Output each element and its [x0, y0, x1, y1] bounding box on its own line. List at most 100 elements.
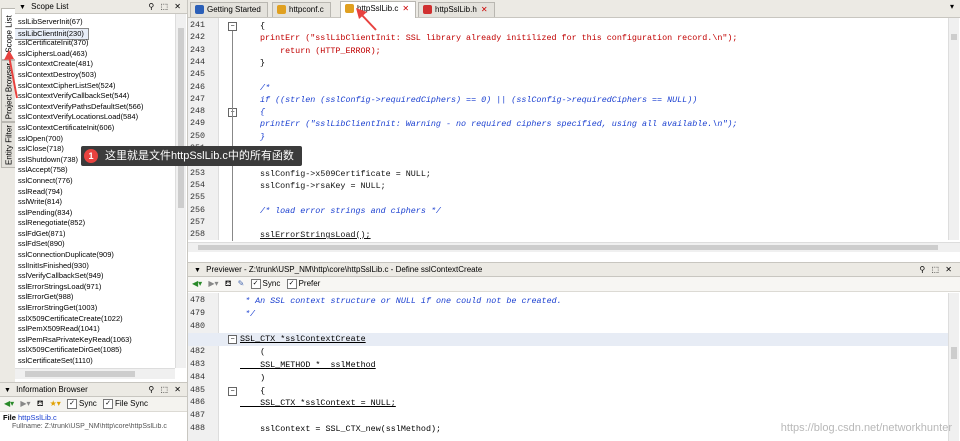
- code-line[interactable]: [188, 143, 948, 155]
- code-text: */: [240, 308, 256, 319]
- code-line[interactable]: sslErrorStringsLoad();: [188, 229, 948, 241]
- panel-window-controls[interactable]: ⚲ ⬚ ✕: [148, 383, 183, 396]
- tab-entity-filter[interactable]: Entity Filter: [1, 122, 16, 168]
- forward-icon[interactable]: ▶▾: [208, 277, 218, 291]
- back-icon[interactable]: ◀▾: [192, 277, 202, 291]
- editor-vscrollbar[interactable]: [948, 18, 959, 240]
- scope-list-item[interactable]: sslVerifyCallbackSet(949): [15, 271, 175, 282]
- edit-icon[interactable]: ✎: [238, 277, 245, 291]
- scope-list-item[interactable]: sslCiphersLoad(463): [15, 49, 175, 60]
- code-line[interactable]: [188, 69, 948, 81]
- scope-list-item[interactable]: sslPending(834): [15, 208, 175, 219]
- code-line[interactable]: sslConfig->x509Certificate = NULL;: [188, 168, 948, 180]
- fold-toggle-icon[interactable]: −: [228, 22, 237, 31]
- scope-list-item[interactable]: sslErrorStringsLoad(971): [15, 282, 175, 293]
- code-line[interactable]: [188, 410, 948, 422]
- collapse-icon[interactable]: ▼: [194, 267, 201, 274]
- code-line[interactable]: SSL_METHOD * sslMethod: [188, 359, 948, 371]
- code-line[interactable]: }: [188, 131, 948, 143]
- code-text: SSL_METHOD * sslMethod: [240, 360, 376, 370]
- scope-list-item[interactable]: sslContextVerifyPathsDefaultSet(566): [15, 102, 175, 113]
- code-line[interactable]: printErr ("sslLibClientInit: Warning - n…: [188, 118, 948, 130]
- binoculars-icon[interactable]: ⛾: [225, 277, 232, 291]
- code-line[interactable]: if ((strlen (sslConfig->requiredCiphers)…: [188, 94, 948, 106]
- code-text: sslErrorStringsLoad();: [260, 230, 371, 241]
- previewer-vscrollbar[interactable]: [948, 293, 959, 441]
- annotation-arrow-left: [4, 50, 18, 99]
- scope-list-item[interactable]: sslContextDestroy(503): [15, 70, 175, 81]
- previewer-title: Previewer - Z:\trunk\USP_NM\http\core\ht…: [206, 265, 483, 274]
- scope-list-item[interactable]: sslContextCertificateInit(606): [15, 123, 175, 134]
- scope-list-item[interactable]: sslRead(794): [15, 187, 175, 198]
- tab-getting-started[interactable]: Getting Started: [190, 2, 268, 17]
- code-line[interactable]: SSL_CTX *sslContext = NULL;: [188, 397, 948, 409]
- code-line[interactable]: }: [188, 57, 948, 69]
- scope-list-item[interactable]: sslPemRsaPrivateKeyRead(1063): [15, 335, 175, 346]
- close-tab-icon[interactable]: ✕: [402, 4, 409, 13]
- scope-list-item[interactable]: sslContextCreate(481): [15, 59, 175, 70]
- code-line[interactable]: {: [188, 385, 948, 397]
- forward-icon[interactable]: ▶▾: [20, 397, 30, 411]
- scope-list-item[interactable]: sslAccept(758): [15, 165, 175, 176]
- scope-list-item[interactable]: sslContextVerifyCallbackSet(544): [15, 91, 175, 102]
- scope-list-item[interactable]: sslWrite(814): [15, 197, 175, 208]
- code-line[interactable]: (: [188, 346, 948, 358]
- panel-window-controls[interactable]: ⚲ ⬚ ✕: [148, 0, 183, 13]
- scope-list-hscrollbar[interactable]: [15, 368, 175, 379]
- scope-list-item[interactable]: sslErrorGet(988): [15, 292, 175, 303]
- code-line[interactable]: [188, 217, 948, 229]
- information-browser-title: Information Browser: [16, 385, 88, 394]
- code-line[interactable]: ): [188, 372, 948, 384]
- scope-list-item[interactable]: sslX509CertificateCreate(1022): [15, 314, 175, 325]
- scope-list-item[interactable]: sslFdSet(890): [15, 239, 175, 250]
- scope-list-item[interactable]: sslFdGet(871): [15, 229, 175, 240]
- code-line[interactable]: return (HTTP_ERROR);: [188, 45, 948, 57]
- scope-list-item[interactable]: sslPemX509Read(1041): [15, 324, 175, 335]
- scope-list-item[interactable]: sslX509CertificateDirGet(1085): [15, 345, 175, 356]
- scope-list-item[interactable]: sslErrorStringGet(1003): [15, 303, 175, 314]
- code-line[interactable]: /* load error strings and ciphers */: [188, 205, 948, 217]
- tab-httpssllib-h[interactable]: httpSslLib.h ✕: [418, 2, 495, 17]
- back-icon[interactable]: ◀▾: [4, 397, 14, 411]
- scope-list-item[interactable]: sslContextCipherListSet(524): [15, 81, 175, 92]
- star-icon[interactable]: ★▾: [50, 397, 61, 411]
- tab-list-icon[interactable]: ▾: [950, 2, 954, 11]
- fold-toggle-icon[interactable]: −: [228, 386, 237, 396]
- code-line[interactable]: SSL_CTX *sslContextCreate: [188, 333, 948, 346]
- file-value[interactable]: httpSslLib.c: [18, 413, 57, 422]
- code-line[interactable]: printErr ("sslLibClientInit: SSL library…: [188, 32, 948, 44]
- code-editor[interactable]: 2412422432442452462472482492502512522532…: [188, 18, 960, 252]
- panel-window-controls[interactable]: ⚲ ⬚ ✕: [919, 263, 954, 276]
- scope-list-item[interactable]: sslCertificateSet(1110): [15, 356, 175, 367]
- code-line[interactable]: [188, 321, 948, 333]
- scope-list-item[interactable]: sslInitIsFinished(930): [15, 261, 175, 272]
- scope-list-scrollbar[interactable]: [175, 14, 186, 368]
- collapse-icon[interactable]: ▼: [4, 387, 11, 394]
- scope-list-item[interactable]: sslRenegotiate(852): [15, 218, 175, 229]
- code-line[interactable]: {: [188, 106, 948, 118]
- binoculars-icon[interactable]: ⛾: [37, 397, 44, 411]
- code-line[interactable]: */: [188, 308, 948, 320]
- sync-checkbox[interactable]: ✓: [67, 398, 78, 409]
- tab-httpconf-c[interactable]: httpconf.c: [272, 2, 331, 17]
- scope-list-item[interactable]: sslCertificateInit(370): [15, 38, 175, 49]
- code-line[interactable]: /*: [188, 82, 948, 94]
- file-sync-checkbox[interactable]: ✓: [103, 398, 114, 409]
- code-line[interactable]: [188, 155, 948, 167]
- scope-list-item[interactable]: sslLibServerInit(67): [15, 17, 175, 28]
- prefer-label: Prefer: [298, 279, 321, 288]
- code-line[interactable]: [188, 192, 948, 204]
- code-line[interactable]: {: [188, 20, 948, 32]
- sync-checkbox[interactable]: ✓: [250, 278, 261, 289]
- scope-list-item[interactable]: sslConnect(776): [15, 176, 175, 187]
- collapse-icon[interactable]: ▼: [19, 4, 26, 11]
- scope-list-item[interactable]: sslConnectionDuplicate(909): [15, 250, 175, 261]
- code-line[interactable]: * An SSL context structure or NULL if on…: [188, 295, 948, 307]
- scope-list-item[interactable]: sslContextVerifyLocationsLoad(584): [15, 112, 175, 123]
- fold-toggle-icon[interactable]: −: [228, 335, 237, 345]
- code-line[interactable]: sslConfig->rsaKey = NULL;: [188, 180, 948, 192]
- prefer-checkbox[interactable]: ✓: [286, 278, 297, 289]
- close-tab-icon[interactable]: ✕: [481, 5, 488, 14]
- scope-list-item[interactable]: sslOpen(700): [15, 134, 175, 145]
- editor-hscrollbar[interactable]: [188, 242, 960, 252]
